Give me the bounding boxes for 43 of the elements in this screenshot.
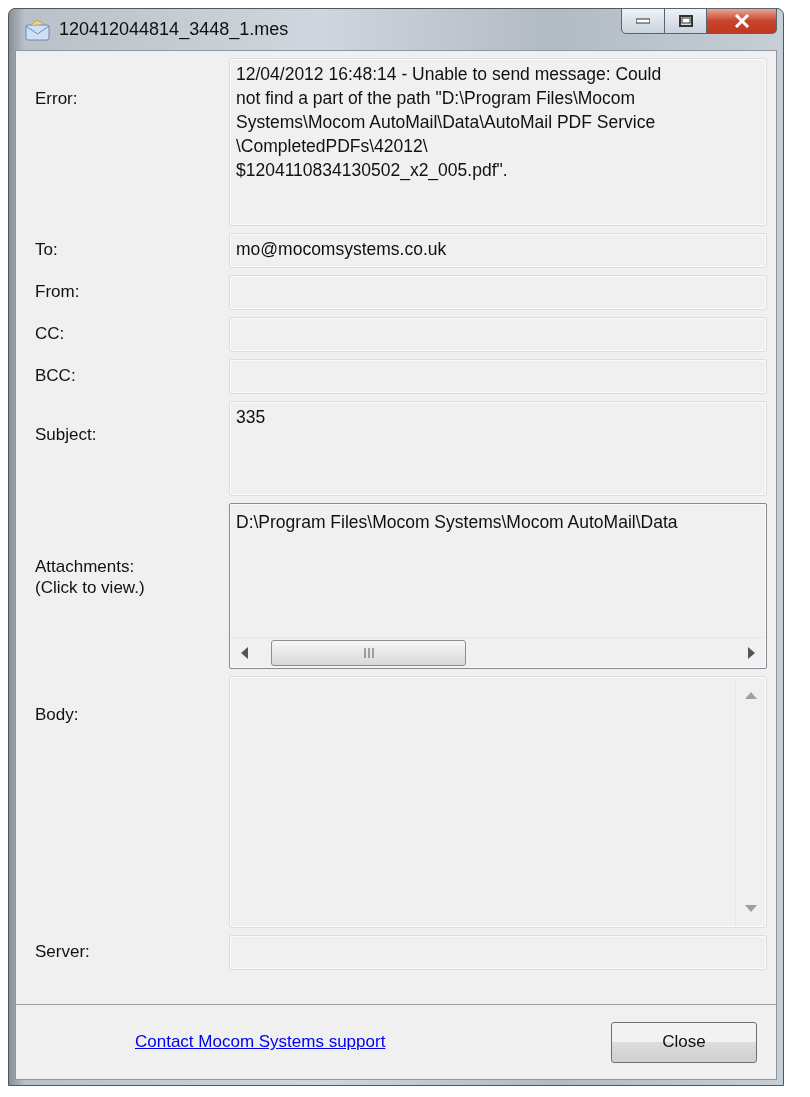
field-label: Subject: <box>35 424 97 445</box>
field-text: $1204110834130502_x2_005.pdf". <box>236 159 508 182</box>
field-label: (Click to view.) <box>35 577 145 598</box>
text-field[interactable]: 335 <box>229 401 767 496</box>
maximize-icon <box>678 15 693 27</box>
horizontal-scrollbar[interactable] <box>231 637 765 667</box>
field-label: Body: <box>35 704 79 725</box>
close-button[interactable]: Close <box>611 1021 757 1063</box>
field-label: From: <box>35 281 80 302</box>
grip-icon <box>362 648 375 658</box>
scroll-thumb[interactable] <box>271 640 466 666</box>
close-icon <box>733 14 750 28</box>
up-arrow-icon <box>745 692 757 699</box>
field-label: Server: <box>35 941 90 962</box>
field-text: Systems\Mocom AutoMail\Data\AutoMail PDF Service <box>236 111 656 134</box>
minimize-button[interactable] <box>621 8 665 34</box>
left-arrow-icon <box>241 646 249 659</box>
close-button[interactable] <box>707 8 777 34</box>
field-label: CC: <box>35 323 65 344</box>
text-field[interactable]: mo@mocomsystems.co.uk <box>229 233 767 268</box>
field-text: 12/04/2012 16:48:14 - Unable to send message: Could <box>236 63 662 86</box>
field-label: Error: <box>35 88 78 109</box>
text-field[interactable] <box>229 935 767 970</box>
field-label: BCC: <box>35 365 76 386</box>
attachment-item[interactable]: D:\Program Files\Mocom Systems\Mocom AutoMail\Data <box>236 510 678 534</box>
field-text: mo@mocomsystems.co.uk <box>236 238 447 261</box>
window-title: 120412044814_3448_1.mes <box>59 18 289 42</box>
field-label: Attachments: <box>35 556 135 577</box>
envelope-icon <box>25 18 51 41</box>
field-text: \CompletedPDFs\42012\ <box>236 135 428 158</box>
text-field[interactable] <box>229 58 767 226</box>
field-label: To: <box>35 239 58 260</box>
text-field[interactable] <box>229 275 767 310</box>
text-field[interactable] <box>229 317 767 352</box>
text-field[interactable] <box>229 359 767 394</box>
down-arrow-icon <box>745 905 757 912</box>
field-text: 335 <box>236 406 266 429</box>
attachments-list[interactable]: D:\Program Files\Mocom Systems\Mocom AutoMail\Data <box>229 503 767 669</box>
minimize-icon <box>636 18 650 24</box>
field-text: not find a part of the path "D:\Program Files\Mocom <box>236 87 636 110</box>
support-link[interactable]: Contact Mocom Systems support <box>135 1029 386 1055</box>
right-arrow-icon <box>747 646 755 659</box>
maximize-button[interactable] <box>665 8 707 34</box>
